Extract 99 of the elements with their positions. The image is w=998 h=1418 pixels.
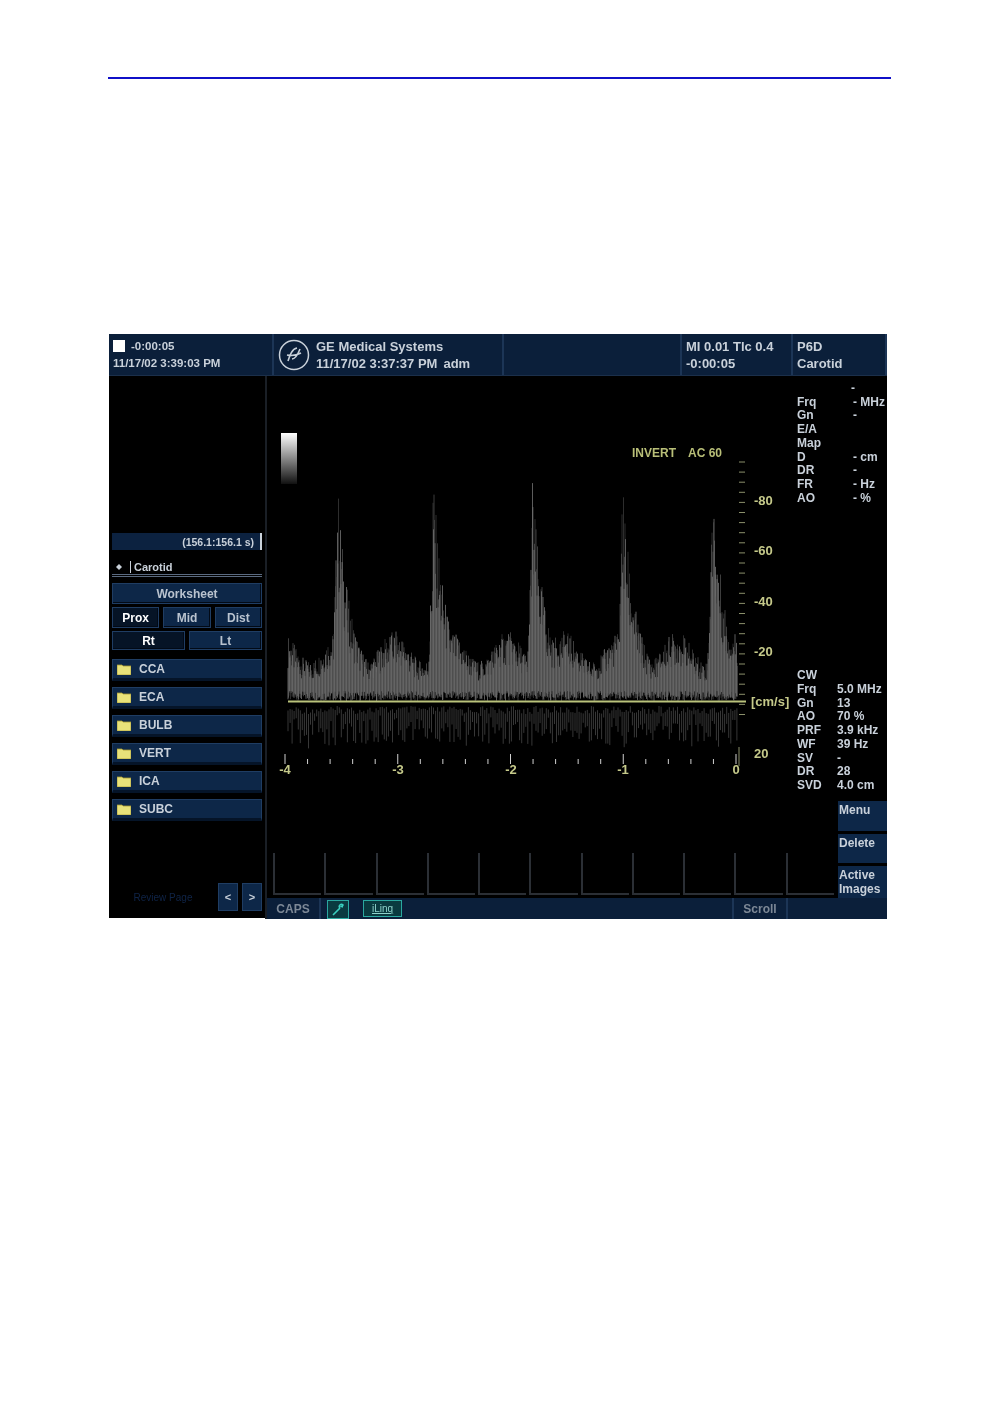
folder-item[interactable]: SUBC xyxy=(112,799,262,821)
param-label: SV xyxy=(797,751,814,766)
folder-item[interactable]: CCA xyxy=(112,659,262,681)
review-page-label: Review Page xyxy=(132,891,194,903)
param-value: - MHz xyxy=(853,395,885,410)
current-date: 11/17/02 3:39:03 PM xyxy=(113,355,222,371)
folder-item[interactable]: BULB xyxy=(112,715,262,737)
cine-range: (156.1:156.1 s) xyxy=(112,533,262,550)
status-label: Scroll xyxy=(734,898,788,919)
velocity-tick-label: [cm/s] xyxy=(751,694,790,709)
param-value: 3.9 kHz xyxy=(837,724,879,738)
param-value: - Hz xyxy=(853,477,875,492)
param-value: 70 % xyxy=(837,710,865,725)
thumbnail-slot[interactable] xyxy=(631,853,681,895)
param-value: 4.0 cm xyxy=(837,778,875,793)
stop-square-icon xyxy=(113,340,125,352)
side-button[interactable]: Rt xyxy=(112,631,185,650)
velocity-tick-label: -80 xyxy=(754,493,773,508)
velocity-tick-label: 20 xyxy=(754,746,769,761)
softkey-button[interactable]: Active Images xyxy=(838,866,887,898)
param-value: - xyxy=(851,382,855,396)
param-label: E/A xyxy=(797,423,818,437)
folder-item[interactable]: ECA xyxy=(112,687,262,709)
velocity-tick-label: -20 xyxy=(754,644,773,659)
param-label: Gn xyxy=(797,409,814,424)
page-nav-button[interactable]: < xyxy=(218,883,238,911)
preset-name: Carotid xyxy=(797,354,844,372)
velocity-tick-label: -60 xyxy=(754,543,773,558)
page-nav-button[interactable]: > xyxy=(242,883,262,911)
folder-item[interactable]: ICA xyxy=(112,771,262,793)
time-tick-label: 0 xyxy=(732,762,740,777)
param-label: AO xyxy=(797,491,816,506)
mode-title: CW xyxy=(797,669,818,684)
time-tick-label: -1 xyxy=(617,762,629,777)
thumbnail-slot[interactable] xyxy=(734,853,783,895)
thumbnail-slot[interactable] xyxy=(785,853,834,895)
param-label: WF xyxy=(797,737,817,752)
param-label: DR xyxy=(797,464,816,478)
time-tick-label: -2 xyxy=(505,762,517,777)
thumbnail-slot[interactable] xyxy=(683,853,732,895)
protocol-name: Carotid xyxy=(130,560,173,573)
side-button[interactable]: Lt xyxy=(189,631,262,650)
status-label: CAPS xyxy=(267,898,321,919)
folder-icon xyxy=(117,775,131,787)
cine-time: -0:00:05 xyxy=(131,338,175,354)
param-value: - xyxy=(853,464,857,478)
param-label: Frq xyxy=(797,683,818,697)
logo-icon xyxy=(278,338,310,371)
thumbnail-slot[interactable] xyxy=(580,853,629,895)
thumbnail-slot[interactable] xyxy=(478,853,527,895)
folder-icon xyxy=(117,803,131,815)
time-tick-label: -4 xyxy=(279,762,291,777)
system-name: GE Medical Systems xyxy=(316,337,445,355)
intensity-scale-icon xyxy=(281,433,297,484)
folder-icon xyxy=(117,719,131,731)
folder-icon xyxy=(117,663,131,675)
location-button[interactable]: Dist xyxy=(214,607,262,628)
param-label: PRF xyxy=(797,724,822,738)
exam-time: 11/17/02 3:37:37 PM xyxy=(316,354,438,372)
ilinq-link[interactable]: iLinq xyxy=(363,900,403,917)
mode-label: INVERT xyxy=(632,446,676,460)
param-label: FR xyxy=(797,477,814,492)
time-tick-label: -3 xyxy=(392,762,404,777)
location-button[interactable]: Prox xyxy=(112,607,160,628)
folder-icon xyxy=(117,747,131,759)
param-value: - % xyxy=(853,491,871,506)
softkey-button[interactable]: Menu xyxy=(838,801,887,831)
diamond-icon xyxy=(116,563,122,570)
user-name: adm xyxy=(443,354,471,372)
param-label: D xyxy=(797,450,806,465)
mechanical-index: MI 0.01 Tlc 0.4 xyxy=(686,337,775,355)
thumbnail-slot[interactable] xyxy=(529,853,578,895)
param-label: Frq xyxy=(797,395,818,410)
param-label: SVD xyxy=(797,778,823,793)
param-value: - xyxy=(853,409,857,424)
thumbnail-slot[interactable] xyxy=(426,853,476,895)
wall-filter-label: AC 60 xyxy=(688,446,722,460)
param-value: 39 Hz xyxy=(837,737,869,752)
param-value: - cm xyxy=(853,450,878,465)
thumbnail-slot[interactable] xyxy=(273,853,322,895)
param-value: 5.0 MHz xyxy=(837,683,882,697)
location-button[interactable]: Mid xyxy=(163,607,211,628)
thumbnail-slot[interactable] xyxy=(375,853,424,895)
folder-item[interactable]: VERT xyxy=(112,743,262,765)
param-label: Map xyxy=(797,436,822,451)
probe-name: P6D xyxy=(797,337,824,355)
velocity-tick-label: -40 xyxy=(754,594,773,609)
param-value: 13 xyxy=(837,696,851,711)
param-value: - xyxy=(837,751,841,766)
softkey-button[interactable]: Delete xyxy=(838,833,887,863)
folder-icon xyxy=(117,691,131,703)
param-label: DR xyxy=(797,765,816,779)
elapsed-time: -0:00:05 xyxy=(686,354,737,372)
worksheet-button[interactable]: Worksheet xyxy=(112,583,262,604)
thumbnail-slot[interactable] xyxy=(324,853,373,895)
param-label: AO xyxy=(797,710,816,725)
wrench-icon[interactable] xyxy=(327,900,349,919)
param-label: Gn xyxy=(797,696,814,711)
param-value: 28 xyxy=(837,765,851,779)
